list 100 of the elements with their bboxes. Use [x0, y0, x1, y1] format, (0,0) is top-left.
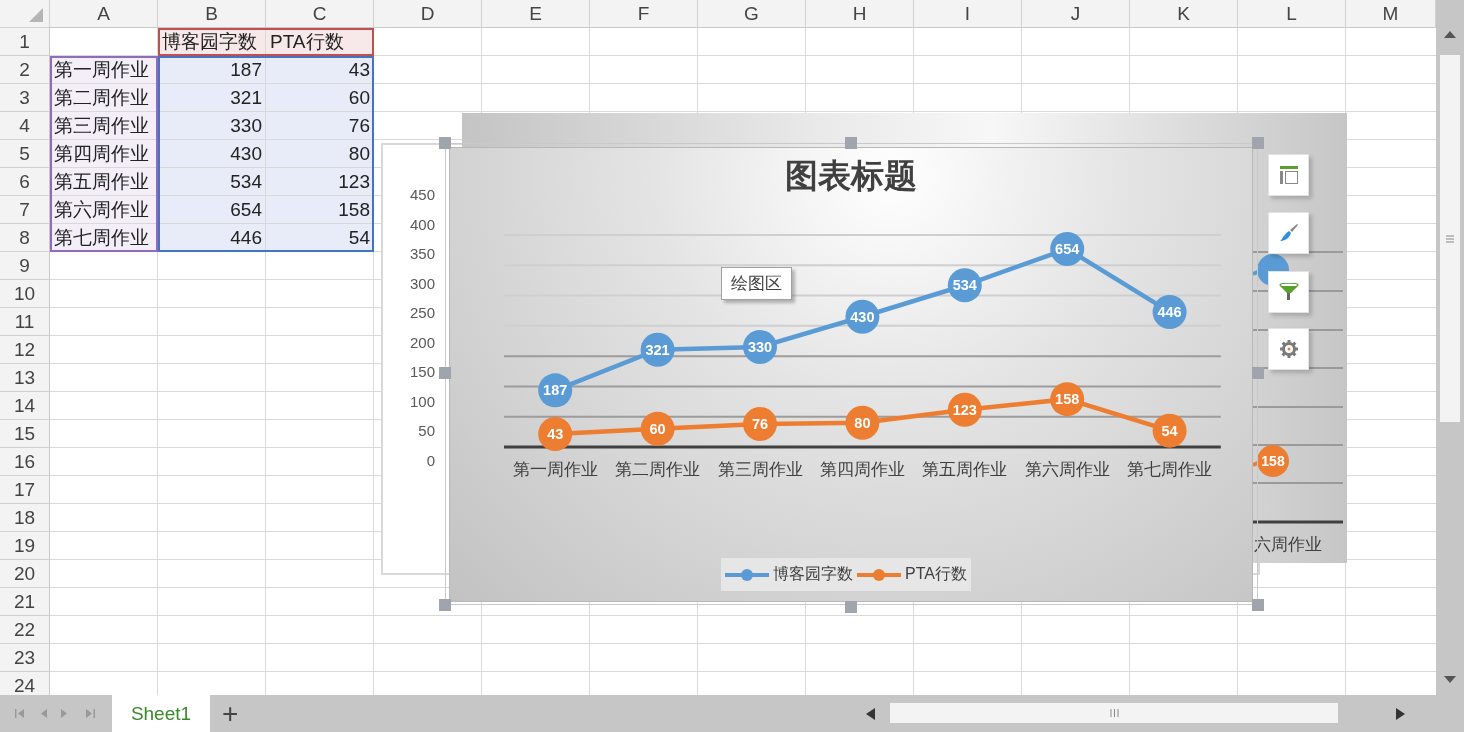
- scroll-left-icon[interactable]: [866, 708, 875, 720]
- data-label: 60: [649, 420, 666, 437]
- row-header[interactable]: 11: [0, 308, 50, 336]
- row-header[interactable]: 10: [0, 280, 50, 308]
- prev-sheet-icon[interactable]: [39, 708, 49, 719]
- data-point: 158: [1050, 382, 1085, 417]
- row-header[interactable]: 16: [0, 448, 50, 476]
- column-header[interactable]: H: [806, 0, 914, 28]
- add-sheet-button[interactable]: +: [210, 699, 251, 728]
- axis-label: 第七周作业: [1127, 460, 1213, 479]
- resize-handle[interactable]: [845, 601, 857, 613]
- data-point: 80: [845, 405, 880, 440]
- axis-label: 400: [409, 216, 435, 232]
- row-header[interactable]: 22: [0, 616, 50, 644]
- table-cell: 76: [266, 112, 374, 140]
- resize-handle[interactable]: [439, 137, 451, 149]
- axis-label: 350: [409, 246, 435, 261]
- scroll-right-icon[interactable]: [1396, 708, 1405, 720]
- axis-label: 第一周作业: [512, 460, 598, 479]
- row-header[interactable]: 3: [0, 84, 50, 112]
- row-header[interactable]: 7: [0, 196, 50, 224]
- data-point: 43: [538, 417, 573, 451]
- data-point: 123: [947, 392, 982, 427]
- column-header[interactable]: D: [374, 0, 482, 28]
- row-header[interactable]: 1: [0, 28, 50, 56]
- data-label: 54: [1161, 422, 1178, 439]
- table-cell: 187: [158, 56, 266, 84]
- column-header[interactable]: J: [1022, 0, 1130, 28]
- column-header[interactable]: M: [1346, 0, 1436, 28]
- row-header[interactable]: 9: [0, 252, 50, 280]
- data-point: 60: [640, 411, 675, 446]
- column-header[interactable]: F: [590, 0, 698, 28]
- data-label: 76: [751, 415, 769, 432]
- chart-panel[interactable]: 图表标题 187 321 330 430 534 654 446 43 60 76 80 123 158 54 第一周作业 第二周作业 第三周作业 第四周作业 第五周作业 第六周作业 第七周作业 绘图区 博客园字数 PTA行数: [449, 147, 1253, 602]
- data-label: 321: [645, 341, 670, 358]
- row-header[interactable]: 17: [0, 476, 50, 504]
- scroll-thumb[interactable]: [890, 703, 1338, 723]
- row-header[interactable]: 6: [0, 168, 50, 196]
- column-header[interactable]: A: [50, 0, 158, 28]
- tooltip: 绘图区: [721, 267, 792, 300]
- axis-label: 200: [409, 334, 435, 350]
- resize-handle[interactable]: [439, 367, 451, 379]
- column-header[interactable]: G: [698, 0, 806, 28]
- table-cell: 534: [158, 168, 266, 196]
- row-header[interactable]: 13: [0, 364, 50, 392]
- column-header[interactable]: K: [1130, 0, 1238, 28]
- axis-label: 第五周作业: [922, 460, 1008, 479]
- column-header[interactable]: L: [1238, 0, 1346, 28]
- column-header[interactable]: C: [266, 0, 374, 28]
- chart-filter-button[interactable]: [1268, 271, 1309, 313]
- row-header[interactable]: 20: [0, 560, 50, 588]
- row-header[interactable]: 21: [0, 588, 50, 616]
- axis-label: 第二周作业: [615, 460, 701, 479]
- row-header[interactable]: 24: [0, 672, 50, 695]
- row-header[interactable]: 12: [0, 336, 50, 364]
- vertical-scrollbar[interactable]: [1436, 0, 1464, 695]
- axis-label: 450: [409, 187, 435, 202]
- table-cell: 321: [158, 84, 266, 112]
- axis-label: 50: [418, 423, 435, 438]
- resize-handle[interactable]: [439, 599, 451, 611]
- row-header[interactable]: 8: [0, 224, 50, 252]
- scroll-thumb[interactable]: [1440, 55, 1460, 422]
- row-header[interactable]: 5: [0, 140, 50, 168]
- last-sheet-icon[interactable]: [85, 708, 95, 719]
- chart-styles-button[interactable]: [1268, 212, 1309, 254]
- select-all-icon[interactable]: [29, 8, 43, 22]
- sheet-tab[interactable]: Sheet1: [112, 695, 210, 732]
- first-sheet-icon[interactable]: [15, 708, 25, 719]
- table-cell: 第五周作业: [50, 168, 158, 196]
- row-header[interactable]: 14: [0, 392, 50, 420]
- next-sheet-icon[interactable]: [59, 708, 69, 719]
- column-header[interactable]: E: [482, 0, 590, 28]
- resize-handle[interactable]: [1252, 367, 1264, 379]
- axis-label: 第四周作业: [819, 460, 905, 479]
- chart-elements-button[interactable]: [1268, 154, 1309, 196]
- layout-icon: [1279, 166, 1298, 184]
- settings-button[interactable]: [1268, 328, 1309, 370]
- data-point: 430: [845, 299, 880, 334]
- row-header[interactable]: 18: [0, 504, 50, 532]
- table-cell: 第二周作业: [50, 84, 158, 112]
- scroll-down-icon[interactable]: [1444, 676, 1456, 683]
- data-point: 654: [1050, 231, 1085, 266]
- column-header[interactable]: I: [914, 0, 1022, 28]
- table-cell: 43: [266, 56, 374, 84]
- resize-handle[interactable]: [845, 137, 857, 149]
- resize-handle[interactable]: [1252, 599, 1264, 611]
- data-label: 534: [952, 277, 977, 294]
- chart-title: 图表标题: [784, 156, 918, 196]
- column-header[interactable]: B: [158, 0, 266, 28]
- row-header[interactable]: 4: [0, 112, 50, 140]
- row-header[interactable]: 15: [0, 420, 50, 448]
- scroll-up-icon[interactable]: [1444, 31, 1456, 38]
- settings-icon: [1279, 340, 1298, 358]
- resize-handle[interactable]: [1252, 137, 1264, 149]
- row-header[interactable]: 23: [0, 644, 50, 672]
- axis-label: 第六周作业: [1024, 460, 1110, 479]
- row-header[interactable]: 2: [0, 56, 50, 84]
- axis-label: 150: [409, 364, 435, 379]
- table-cell: 第四周作业: [50, 140, 158, 168]
- row-header[interactable]: 19: [0, 532, 50, 560]
